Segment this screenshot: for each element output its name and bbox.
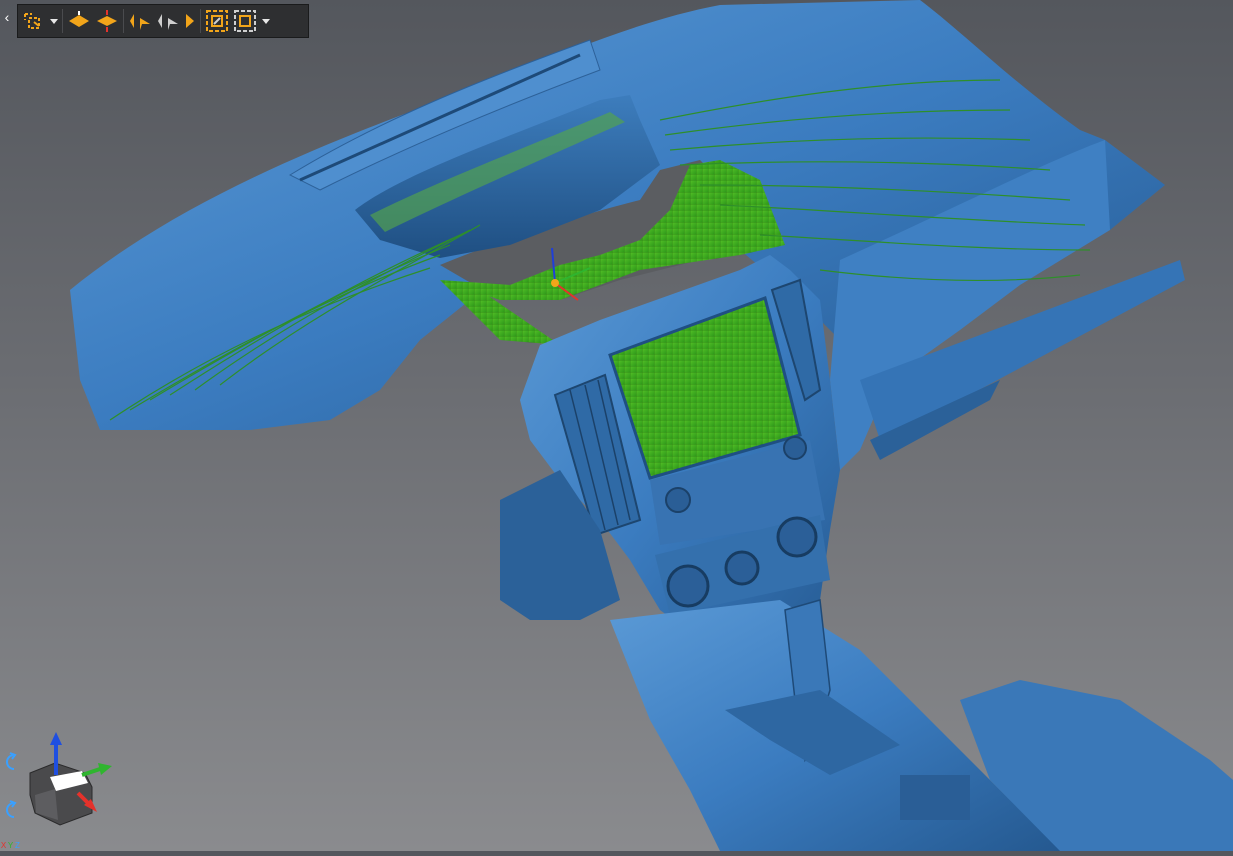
step-first-button[interactable] xyxy=(126,7,154,35)
z-axis-label: Z xyxy=(15,841,20,850)
step-next-icon xyxy=(186,14,194,28)
x-axis-label: X xyxy=(0,841,7,850)
layer-up-button[interactable] xyxy=(65,7,93,35)
toolbar-divider xyxy=(200,9,201,33)
step-next-button[interactable] xyxy=(182,7,198,35)
toolbar-divider xyxy=(62,9,63,33)
step-previous-icon xyxy=(158,14,178,30)
fit-to-selection-icon xyxy=(206,10,228,32)
scan-model-render xyxy=(70,0,1233,851)
fit-all-icon xyxy=(234,10,256,32)
3d-viewport[interactable] xyxy=(0,0,1233,851)
layer-split-icon xyxy=(97,10,117,32)
axis-labels: XYZ xyxy=(0,840,21,851)
layer-up-icon xyxy=(69,11,89,27)
view-cube[interactable] xyxy=(29,762,93,826)
fit-all-dropdown[interactable] xyxy=(259,7,273,35)
fit-to-selection-button[interactable] xyxy=(203,7,231,35)
selection-mode-icon xyxy=(24,13,40,29)
layer-split-button[interactable] xyxy=(93,7,121,35)
selection-mode-dropdown[interactable] xyxy=(48,7,60,35)
fit-all-button[interactable] xyxy=(231,7,259,35)
y-axis-arrow xyxy=(81,763,112,777)
y-axis-label: Y xyxy=(7,841,14,850)
view-toolbar xyxy=(17,4,309,38)
rotate-cw-icon[interactable] xyxy=(6,800,17,818)
chevron-down-icon xyxy=(50,18,58,24)
step-previous-button[interactable] xyxy=(154,7,182,35)
rotate-ccw-icon[interactable] xyxy=(6,752,17,770)
chevron-down-icon xyxy=(262,18,270,24)
orientation-widget[interactable] xyxy=(0,725,130,851)
step-first-icon xyxy=(130,14,150,30)
collapse-panel-icon[interactable]: ‹ xyxy=(0,8,14,26)
selection-mode-button[interactable] xyxy=(18,7,48,35)
toolbar-divider xyxy=(123,9,124,33)
